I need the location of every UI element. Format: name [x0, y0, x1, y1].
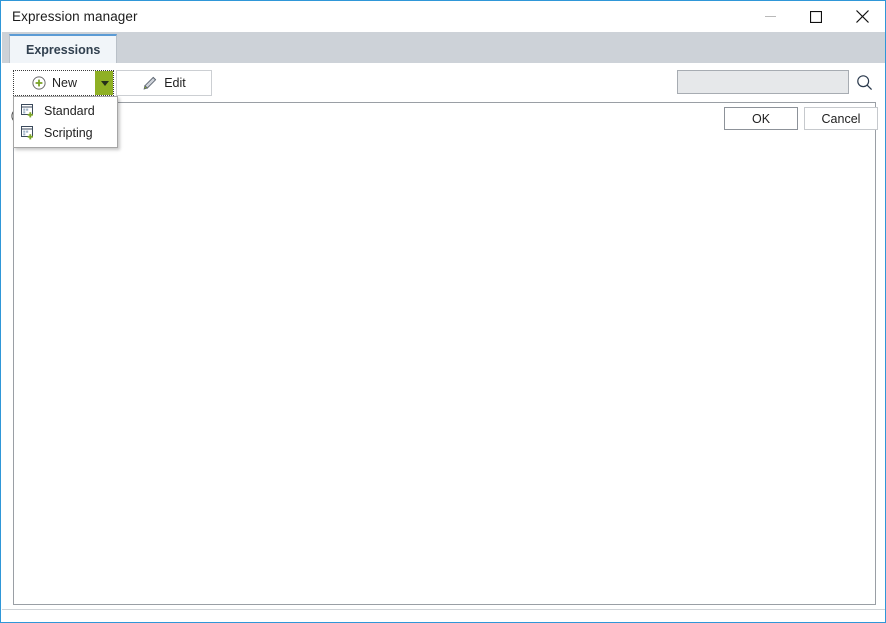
circle-plus-icon	[32, 76, 46, 90]
chevron-down-icon	[100, 80, 109, 86]
new-expression-icon	[21, 104, 33, 118]
new-button-group: New	[13, 70, 114, 96]
new-dropdown-toggle[interactable]	[95, 71, 113, 95]
menu-item-scripting[interactable]: Scripting	[14, 122, 117, 144]
tab-label: Expressions	[26, 42, 101, 57]
cancel-button[interactable]: Cancel	[804, 107, 878, 130]
new-button[interactable]: New	[14, 71, 95, 95]
new-script-icon	[21, 126, 33, 140]
close-icon	[855, 10, 869, 23]
search-area	[677, 70, 875, 94]
dialog-body: New Edit Standard Scripting OK Cancel	[2, 63, 885, 622]
new-button-label: New	[51, 76, 77, 90]
ok-button[interactable]: OK	[724, 107, 798, 130]
maximize-button[interactable]	[793, 1, 839, 32]
pencil-icon	[143, 76, 157, 90]
window-controls	[747, 1, 885, 32]
new-dropdown-menu: Standard Scripting	[13, 96, 118, 148]
window-title: Expression manager	[12, 9, 138, 24]
cancel-button-label: Cancel	[821, 111, 861, 126]
close-button[interactable]	[839, 1, 885, 32]
menu-item-standard[interactable]: Standard	[14, 100, 117, 122]
minimize-icon	[764, 16, 776, 17]
expression-manager-window: Expression manager Expressions New Edit …	[0, 0, 886, 623]
menu-item-label: Scripting	[44, 126, 93, 140]
ok-button-label: OK	[751, 111, 771, 126]
expression-list-panel[interactable]	[13, 102, 876, 605]
search-button[interactable]	[853, 70, 875, 94]
search-icon	[856, 74, 872, 90]
edit-button[interactable]: Edit	[116, 70, 212, 96]
maximize-icon	[810, 10, 822, 23]
minimize-button[interactable]	[747, 1, 793, 32]
title-bar: Expression manager	[1, 1, 885, 32]
menu-item-label: Standard	[44, 104, 95, 118]
footer	[2, 610, 885, 622]
search-input[interactable]	[677, 70, 849, 94]
toolbar: New Edit	[2, 63, 885, 101]
tab-expressions[interactable]: Expressions	[9, 34, 118, 63]
edit-button-label: Edit	[164, 76, 186, 90]
tab-strip: Expressions	[2, 32, 885, 63]
